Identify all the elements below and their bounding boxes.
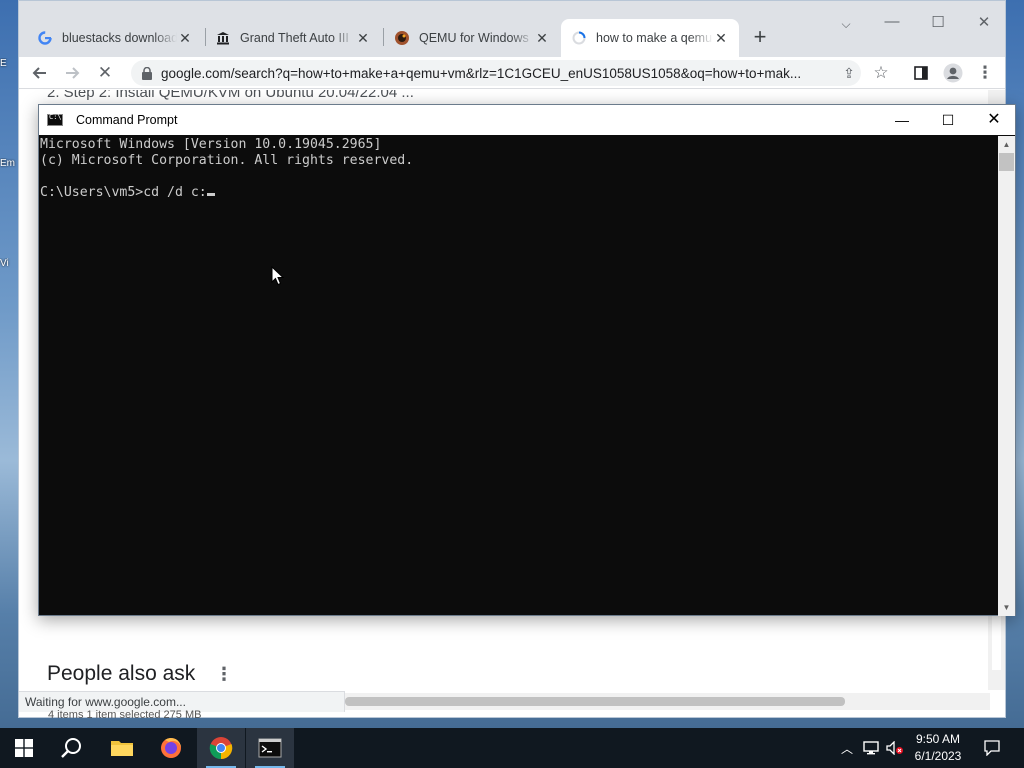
- qemu-icon: [394, 30, 410, 46]
- tab-title: how to make a qemu: [596, 31, 713, 45]
- url-text: google.com/search?q=how+to+make+a+qemu+v…: [161, 65, 802, 81]
- cmd-minimize-button[interactable]: —: [879, 105, 925, 135]
- people-also-ask-heading: People also ask: [47, 662, 196, 685]
- cmd-title: Command Prompt: [76, 113, 178, 127]
- back-button[interactable]: [28, 61, 52, 85]
- tab-close-icon[interactable]: ✕: [534, 30, 550, 47]
- taskbar: ︿ 9:50 AM 6/1/2023: [0, 728, 1024, 768]
- start-button[interactable]: [0, 728, 48, 768]
- tab-close-icon[interactable]: ✕: [177, 30, 193, 47]
- new-tab-button[interactable]: +: [747, 25, 773, 51]
- console-prompt-line: C:\Users\vm5>cd /d c:: [40, 185, 998, 201]
- command-prompt-icon: [258, 738, 282, 758]
- maximize-button[interactable]: ☐: [923, 13, 953, 31]
- lock-icon: [141, 66, 153, 80]
- stop-loading-button[interactable]: ✕: [93, 61, 117, 85]
- network-icon[interactable]: [860, 728, 882, 768]
- system-clock[interactable]: 9:50 AM 6/1/2023: [908, 731, 968, 765]
- explorer-status-bar: 4 items 1 item selected 275 MB: [48, 709, 202, 721]
- result-snippet[interactable]: 2. Step 2: Install QEMU/KVM on Ubuntu 20…: [47, 90, 414, 101]
- file-explorer-button[interactable]: [98, 728, 146, 768]
- tab-search-chevron-icon[interactable]: ⌵: [831, 17, 861, 32]
- tab-title: Grand Theft Auto III: [240, 31, 349, 45]
- show-hidden-icons-chevron-icon[interactable]: ︿: [838, 728, 856, 768]
- loading-spinner-icon: [571, 30, 587, 46]
- cmd-title-bar[interactable]: Command Prompt — ☐ ✕: [39, 105, 1015, 135]
- scroll-up-arrow-icon[interactable]: ▲: [998, 136, 1015, 153]
- chrome-button[interactable]: [197, 728, 245, 768]
- close-button[interactable]: ✕: [969, 13, 999, 31]
- minimize-button[interactable]: —: [877, 13, 907, 30]
- console-input: C:\Users\vm5>cd /d c:: [40, 185, 207, 200]
- search-button[interactable]: [48, 728, 96, 768]
- firefox-icon: [161, 738, 181, 758]
- browser-toolbar: ✕ google.com/search?q=how+to+make+a+qemu…: [19, 57, 1005, 89]
- search-icon: [61, 738, 81, 758]
- scroll-down-arrow-icon[interactable]: ▼: [998, 599, 1015, 616]
- tab-gta[interactable]: Grand Theft Auto III ✕: [205, 19, 381, 57]
- museum-icon: [215, 30, 231, 46]
- cmd-maximize-button[interactable]: ☐: [925, 105, 971, 135]
- share-icon[interactable]: ⇪: [837, 61, 861, 85]
- tab-title: QEMU for Windows: [419, 31, 529, 45]
- tab-qemu-windows[interactable]: QEMU for Windows ✕: [384, 19, 560, 57]
- desktop-icon-label[interactable]: E: [0, 58, 20, 69]
- tab-bluestacks[interactable]: bluestacks download ✕: [27, 19, 203, 57]
- notifications-icon[interactable]: [978, 728, 1006, 768]
- google-icon: [37, 30, 53, 46]
- profile-avatar-icon[interactable]: [941, 61, 965, 85]
- command-prompt-window[interactable]: Command Prompt — ☐ ✕ Microsoft Windows […: [38, 104, 1016, 616]
- tab-how-to-make-qemu[interactable]: how to make a qemu ✕: [561, 19, 739, 57]
- tab-close-icon[interactable]: ✕: [713, 30, 729, 47]
- clock-time: 9:50 AM: [915, 732, 961, 746]
- clock-date: 6/1/2023: [914, 749, 962, 763]
- side-panel-icon[interactable]: [909, 61, 933, 85]
- address-bar[interactable]: google.com/search?q=how+to+make+a+qemu+v…: [131, 60, 861, 86]
- firefox-button[interactable]: [147, 728, 195, 768]
- desktop-icon-label[interactable]: Vi: [0, 258, 20, 269]
- text-cursor: [206, 193, 215, 196]
- file-explorer-icon: [111, 741, 133, 756]
- cmd-close-button[interactable]: ✕: [971, 105, 1017, 135]
- volume-muted-icon[interactable]: [884, 728, 906, 768]
- tab-title: bluestacks download: [62, 31, 177, 45]
- more-options-icon[interactable]: ⋮: [215, 664, 233, 685]
- more-menu-icon[interactable]: ⋮: [973, 61, 997, 85]
- page-horizontal-scrollbar[interactable]: [345, 693, 990, 710]
- chrome-icon: [209, 737, 233, 760]
- console-line: (c) Microsoft Corporation. All rights re…: [40, 153, 414, 168]
- command-prompt-icon: [47, 113, 63, 126]
- console-line: Microsoft Windows [Version 10.0.19045.29…: [40, 137, 382, 152]
- tab-strip: bluestacks download ✕ Grand Theft Auto I…: [19, 1, 1005, 57]
- bookmark-star-icon[interactable]: ☆: [869, 61, 893, 85]
- cmd-scrollbar[interactable]: ▲ ▼: [998, 136, 1015, 616]
- desktop-icon-label[interactable]: Em: [0, 158, 20, 169]
- start-icon: [15, 739, 33, 757]
- forward-button[interactable]: [60, 61, 84, 85]
- console-output[interactable]: Microsoft Windows [Version 10.0.19045.29…: [40, 136, 998, 614]
- mouse-pointer-icon: [271, 265, 285, 286]
- command-prompt-button[interactable]: [246, 728, 294, 768]
- scroll-thumb[interactable]: [999, 153, 1014, 171]
- tab-close-icon[interactable]: ✕: [355, 30, 371, 47]
